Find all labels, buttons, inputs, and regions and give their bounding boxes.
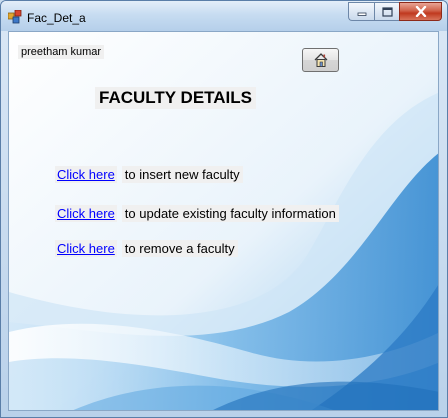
close-button[interactable] (399, 2, 442, 21)
close-icon (415, 6, 426, 17)
remove-faculty-description: to remove a faculty (121, 240, 238, 257)
minimize-icon (357, 12, 366, 16)
action-row-insert: Click here to insert new faculty (55, 166, 243, 183)
action-row-update: Click here to update existing faculty in… (55, 205, 339, 222)
app-window: Fac_Det_a preetham kumar FACULTY DETAILS… (0, 0, 448, 418)
action-row-remove: Click here to remove a faculty (55, 240, 238, 257)
maximize-button[interactable] (374, 2, 399, 21)
insert-faculty-description: to insert new faculty (121, 166, 243, 183)
title-bar[interactable]: Fac_Det_a (1, 1, 447, 31)
maximize-icon (381, 6, 393, 17)
update-faculty-link[interactable]: Click here (55, 205, 117, 222)
form-client-area: preetham kumar FACULTY DETAILS Click her… (8, 31, 439, 411)
update-faculty-description: to update existing faculty information (121, 205, 339, 222)
remove-faculty-link[interactable]: Click here (55, 240, 117, 257)
insert-faculty-link[interactable]: Click here (55, 166, 117, 183)
app-icon (8, 10, 22, 24)
caption-buttons (348, 2, 442, 22)
window-title: Fac_Det_a (27, 11, 86, 25)
home-icon (314, 53, 327, 67)
home-button[interactable] (302, 48, 339, 72)
page-title: FACULTY DETAILS (95, 87, 256, 109)
user-name-label: preetham kumar (18, 45, 105, 59)
minimize-button[interactable] (348, 2, 374, 21)
